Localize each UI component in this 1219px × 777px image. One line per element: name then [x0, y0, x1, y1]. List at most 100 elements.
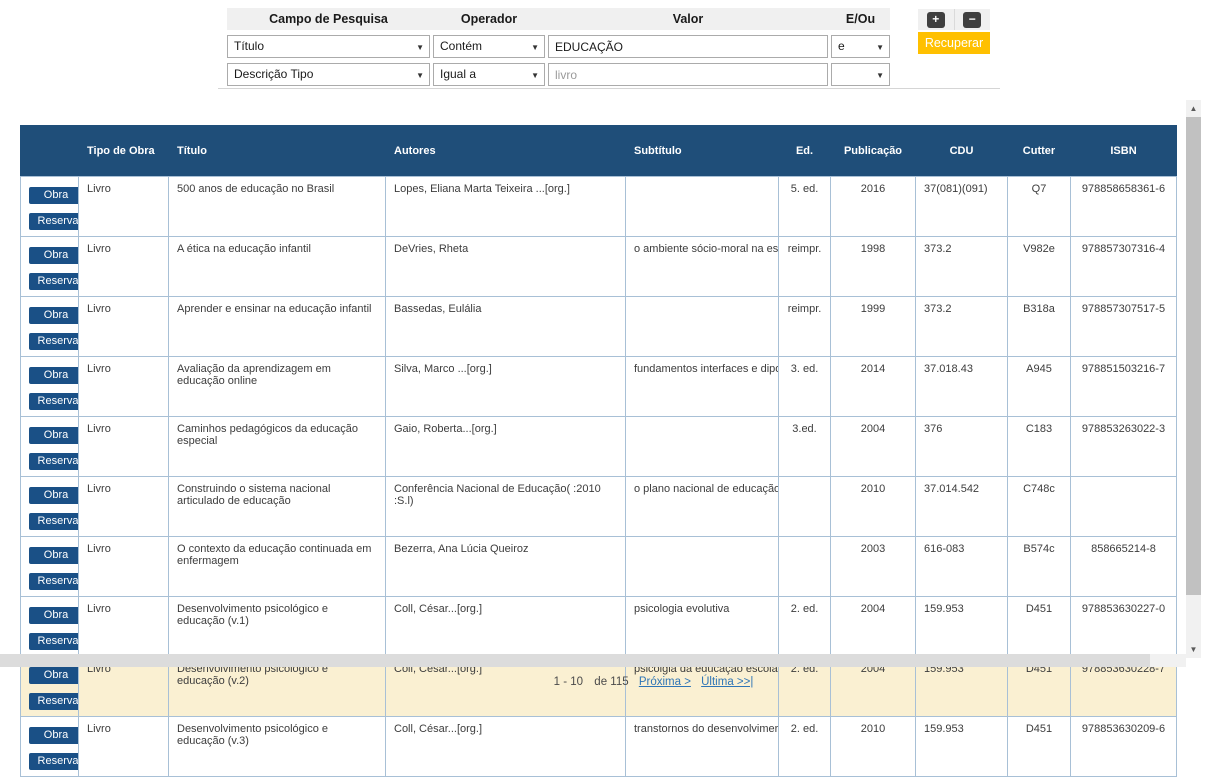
plus-icon: + [932, 12, 939, 26]
cutter-cell: B574c [1008, 537, 1071, 597]
row-actions-cell: Obra Reserva [21, 297, 79, 357]
field-select-1-value: Título [234, 39, 264, 53]
obra-button[interactable]: Obra [29, 247, 79, 264]
obra-button[interactable]: Obra [29, 307, 79, 324]
cdu-cell: 376 [916, 417, 1008, 477]
field-select-2[interactable]: Descrição Tipo ▼ [227, 63, 430, 86]
table-row: Obra Reserva Livro 500 anos de educação … [21, 177, 1177, 237]
divider [218, 88, 1000, 89]
ed-cell: 3.ed. [779, 417, 831, 477]
vertical-scrollbar[interactable]: ▲ ▼ [1186, 100, 1201, 658]
tipo-de-obra-cell: Livro [79, 537, 169, 597]
cutter-cell: B318a [1008, 297, 1071, 357]
cutter-cell: V982e [1008, 237, 1071, 297]
subtitulo-cell: fundamentos interfaces e dipo [626, 357, 779, 417]
row-actions-cell: Obra Reserva [21, 417, 79, 477]
pagination-last-link[interactable]: Última >>| [701, 676, 753, 688]
ed-cell [779, 537, 831, 597]
obra-button[interactable]: Obra [29, 367, 79, 384]
isbn-cell: 978853263022-3 [1071, 417, 1177, 477]
table-row: Obra Reserva Livro Construindo o sistema… [21, 477, 1177, 537]
subtitulo-cell: transtornos do desenvolvimer [626, 717, 779, 777]
remove-row-button[interactable]: − [963, 12, 981, 28]
pagination-next-link[interactable]: Próxima > [639, 676, 691, 688]
reserva-button[interactable]: Reserva [29, 513, 79, 530]
subtitulo-cell: o plano nacional de educação [626, 477, 779, 537]
tipo-de-obra-cell: Livro [79, 297, 169, 357]
obra-button[interactable]: Obra [29, 607, 79, 624]
publicacao-cell: 2003 [831, 537, 916, 597]
search-form-header: Campo de Pesquisa Operador Valor E/Ou [227, 8, 890, 30]
table-row: Obra Reserva Livro Avaliação da aprendiz… [21, 357, 1177, 417]
reserva-button[interactable]: Reserva [29, 633, 79, 650]
cutter-cell: C748c [1008, 477, 1071, 537]
autores-cell: Bassedas, Eulália [386, 297, 626, 357]
obra-button[interactable]: Obra [29, 487, 79, 504]
obra-button[interactable]: Obra [29, 187, 79, 204]
table-row: Obra Reserva Livro A ética na educação i… [21, 237, 1177, 297]
horizontal-scrollbar[interactable] [0, 654, 1186, 667]
search-criteria-row-1: Título ▼ Contém ▼ e ▼ [227, 35, 890, 58]
isbn-cell [1071, 477, 1177, 537]
row-actions-cell: Obra Reserva [21, 237, 79, 297]
andor-select-1[interactable]: e ▼ [831, 35, 890, 58]
value-input-1[interactable] [548, 35, 828, 58]
operator-select-2[interactable]: Igual a ▼ [433, 63, 545, 86]
andor-select-2[interactable]: ▼ [831, 63, 890, 86]
isbn-cell: 978857307316-4 [1071, 237, 1177, 297]
tipo-de-obra-cell: Livro [79, 717, 169, 777]
reserva-button[interactable]: Reserva [29, 753, 79, 770]
chevron-down-icon: ▼ [416, 37, 424, 58]
reserva-button[interactable]: Reserva [29, 213, 79, 230]
field-select-1[interactable]: Título ▼ [227, 35, 430, 58]
horizontal-scrollbar-thumb[interactable] [0, 654, 1150, 667]
isbn-cell: 978858658361-6 [1071, 177, 1177, 237]
header-titulo: Título [169, 126, 386, 177]
row-actions-cell: Obra Reserva [21, 477, 79, 537]
scroll-down-arrow-icon[interactable]: ▼ [1186, 641, 1201, 658]
cdu-cell: 37.018.43 [916, 357, 1008, 417]
cdu-cell: 159.953 [916, 597, 1008, 657]
vertical-scrollbar-thumb[interactable] [1186, 117, 1201, 595]
reserva-button[interactable]: Reserva [29, 393, 79, 410]
autores-cell: Lopes, Eliana Marta Teixeira ...[org.] [386, 177, 626, 237]
value-input-2[interactable] [548, 63, 828, 86]
reserva-button[interactable]: Reserva [29, 333, 79, 350]
minus-icon: − [969, 12, 976, 26]
header-isbn: ISBN [1071, 126, 1177, 177]
isbn-cell: 978853630227-0 [1071, 597, 1177, 657]
obra-button[interactable]: Obra [29, 667, 79, 684]
header-tipo-de-obra: Tipo de Obra [79, 126, 169, 177]
obra-button[interactable]: Obra [29, 727, 79, 744]
reserva-button[interactable]: Reserva [29, 453, 79, 470]
cdu-cell: 616-083 [916, 537, 1008, 597]
autores-cell: Bezerra, Ana Lúcia Queiroz [386, 537, 626, 597]
reserva-button[interactable]: Reserva [29, 273, 79, 290]
field-select-2-value: Descrição Tipo [234, 67, 313, 81]
column-label-campo: Campo de Pesquisa [227, 8, 430, 30]
scroll-up-arrow-icon[interactable]: ▲ [1186, 100, 1201, 117]
obra-button[interactable]: Obra [29, 547, 79, 564]
obra-button[interactable]: Obra [29, 427, 79, 444]
ed-cell: 3. ed. [779, 357, 831, 417]
cdu-cell: 373.2 [916, 237, 1008, 297]
row-add-remove-band: + − [918, 9, 990, 30]
reserva-button[interactable]: Reserva [29, 573, 79, 590]
chevron-down-icon: ▼ [876, 65, 884, 86]
add-row-button[interactable]: + [927, 12, 945, 28]
row-actions-cell: Obra Reserva [21, 717, 79, 777]
autores-cell: DeVries, Rheta [386, 237, 626, 297]
recuperar-button[interactable]: Recuperar [918, 32, 990, 54]
ed-cell: 2. ed. [779, 717, 831, 777]
cdu-cell: 37.014.542 [916, 477, 1008, 537]
row-actions-cell: Obra Reserva [21, 357, 79, 417]
isbn-cell: 978853630209-6 [1071, 717, 1177, 777]
column-label-eou: E/Ou [831, 8, 890, 30]
publicacao-cell: 1998 [831, 237, 916, 297]
titulo-cell: Desenvolvimento psicológico e educação (… [169, 597, 386, 657]
titulo-cell: Desenvolvimento psicológico e educação (… [169, 717, 386, 777]
publicacao-cell: 2010 [831, 477, 916, 537]
header-publicacao: Publicação [831, 126, 916, 177]
operator-select-1[interactable]: Contém ▼ [433, 35, 545, 58]
table-row: Obra Reserva Livro O contexto da educaçã… [21, 537, 1177, 597]
